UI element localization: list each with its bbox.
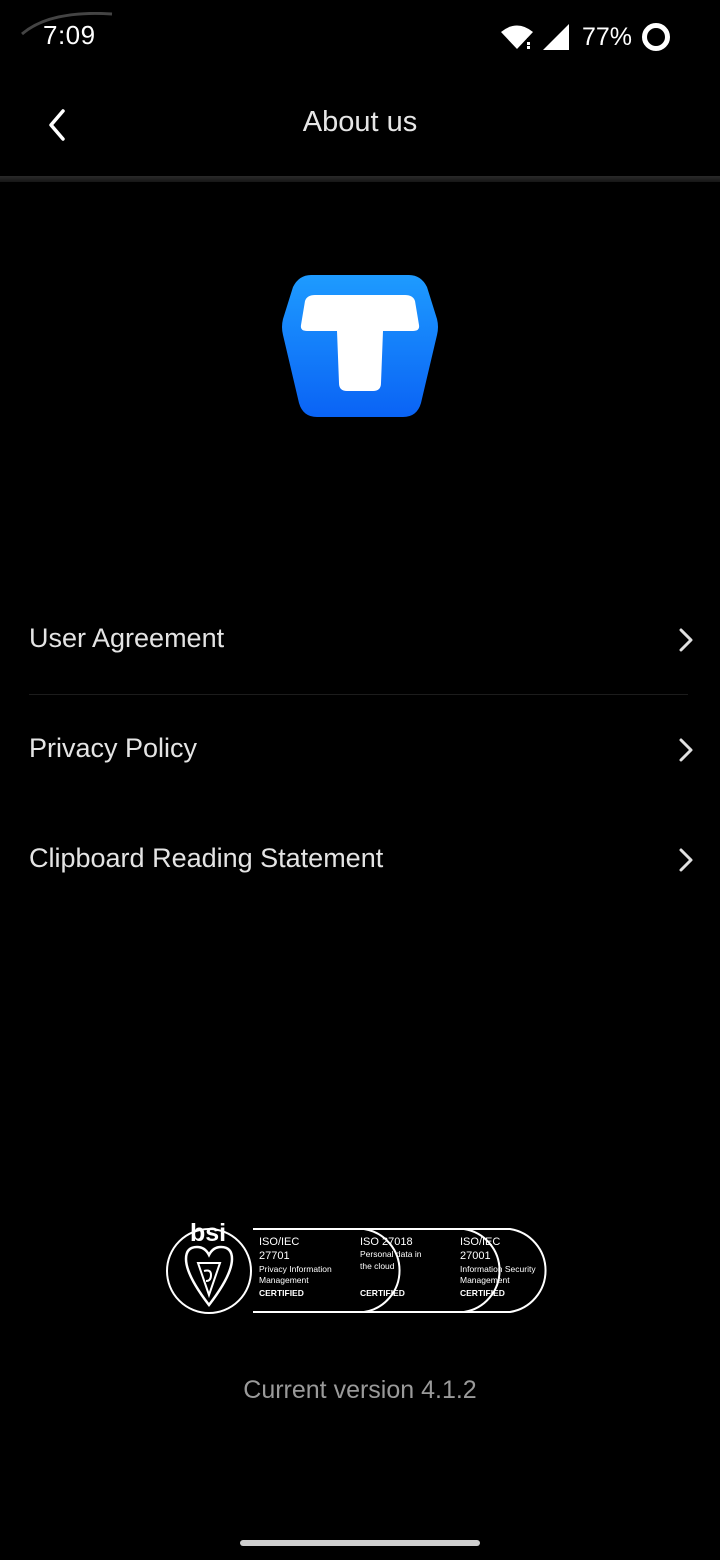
menu-item-label: Clipboard Reading Statement — [29, 843, 384, 873]
badge-number: 27701 — [259, 1250, 290, 1262]
badge-standard: ISO 27018 — [360, 1236, 413, 1248]
bsi-certification-badge: bsi ISO/IEC 27701 Privacy Information Ma… — [166, 1219, 547, 1314]
status-bar: 7:09 77% — [0, 0, 720, 76]
badge-description: Management — [259, 1275, 309, 1285]
menu-item-label: User Agreement — [29, 623, 225, 653]
signal-icon — [542, 24, 569, 50]
badge-status: CERTIFIED — [360, 1288, 405, 1298]
badge-number: 27001 — [460, 1250, 491, 1262]
menu-item-label: Privacy Policy — [29, 733, 198, 763]
current-version: Current version 4.1.2 — [243, 1376, 477, 1404]
chevron-right-icon — [679, 738, 693, 762]
app-header: About us — [0, 76, 720, 176]
badge-description: the cloud — [360, 1261, 395, 1271]
badge-description: Management — [460, 1275, 510, 1285]
chevron-right-icon — [679, 628, 693, 652]
battery-percent: 77% — [581, 22, 632, 51]
badge-description: Personal data in — [360, 1249, 422, 1259]
badge-status: CERTIFIED — [460, 1288, 505, 1298]
bsi-logo-text: bsi — [190, 1219, 226, 1247]
status-icons: 77% — [500, 20, 672, 54]
header-divider — [0, 176, 720, 182]
page-title: About us — [302, 106, 418, 138]
user-agreement-item[interactable]: User Agreement — [0, 585, 720, 695]
app-logo-icon — [282, 275, 438, 417]
wifi-icon — [500, 25, 533, 49]
chevron-right-icon — [679, 848, 693, 872]
privacy-policy-item[interactable]: Privacy Policy — [0, 695, 720, 805]
clipboard-reading-statement-item[interactable]: Clipboard Reading Statement — [0, 805, 720, 915]
badge-description: Privacy Information — [259, 1264, 332, 1274]
badge-description: Information Security — [460, 1264, 536, 1274]
battery-ring-icon — [642, 23, 670, 51]
badge-status: CERTIFIED — [259, 1288, 304, 1298]
menu-list: User Agreement Privacy Policy Clipboard … — [0, 585, 720, 915]
badge-standard: ISO/IEC — [460, 1236, 500, 1248]
status-time: 7:09 — [43, 20, 96, 50]
gesture-navigation-bar[interactable] — [240, 1540, 480, 1546]
badge-standard: ISO/IEC — [259, 1236, 299, 1248]
